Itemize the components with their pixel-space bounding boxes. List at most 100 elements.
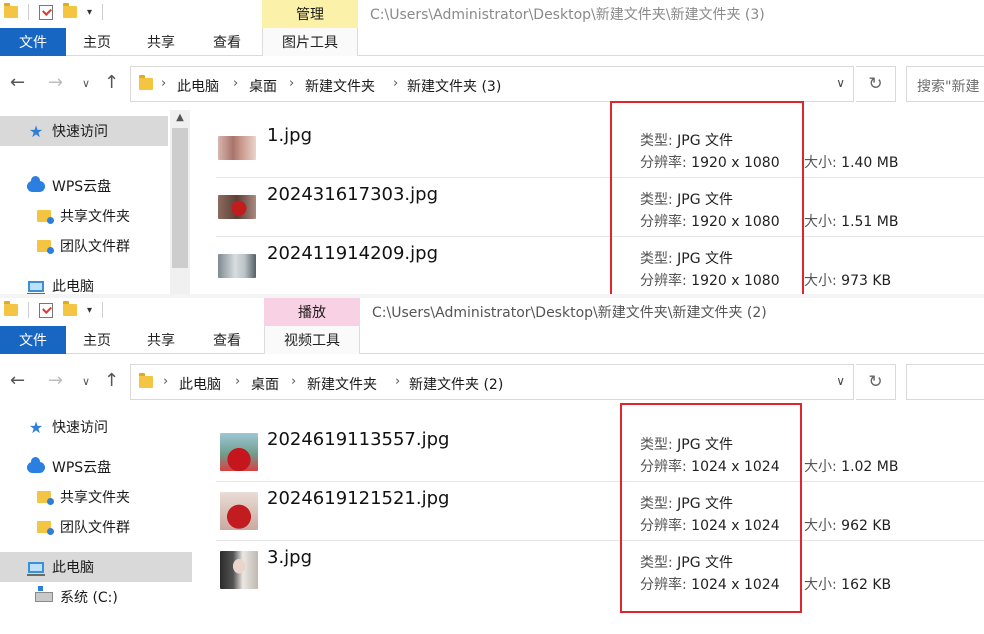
properties-icon[interactable] xyxy=(39,302,53,318)
up-arrow-icon[interactable]: ↑ xyxy=(104,370,119,391)
breadcrumb-new-folder[interactable]: 新建文件夹 xyxy=(307,374,377,394)
chevron-right-icon[interactable]: › xyxy=(395,374,400,389)
chevron-down-icon[interactable]: ∨ xyxy=(82,77,90,90)
file-row[interactable]: 2024619121521.jpg 类型: JPG 文件 分辨率: 1024 x… xyxy=(216,480,984,538)
shared-folder-icon xyxy=(37,521,54,535)
up-arrow-icon[interactable]: ↑ xyxy=(104,72,119,93)
search-input[interactable]: 搜索"新建 xyxy=(906,66,984,102)
forward-arrow-icon[interactable]: → xyxy=(48,72,63,93)
file-row[interactable]: 1.jpg 类型: JPG 文件 分辨率: 1920 x 1080 大小: 1.… xyxy=(216,117,984,175)
breadcrumb-new-folder[interactable]: 新建文件夹 xyxy=(305,76,375,96)
sidebar-item-team-folder[interactable]: 团队文件群 xyxy=(0,231,130,261)
back-arrow-icon[interactable]: ← xyxy=(10,370,25,391)
chevron-right-icon[interactable]: › xyxy=(289,76,294,91)
file-name: 1.jpg xyxy=(267,125,313,146)
address-bar[interactable]: › 此电脑 › 桌面 › 新建文件夹 › 新建文件夹 (2) ∨ xyxy=(130,364,854,400)
tab-view[interactable]: 查看 xyxy=(196,28,258,56)
sidebar-scrollbar[interactable]: ▲ xyxy=(170,110,190,294)
sidebar-item-drive-c[interactable]: 系统 (C:) xyxy=(0,582,118,612)
chevron-right-icon[interactable]: › xyxy=(235,374,240,389)
sidebar-item-wps-cloud[interactable]: WPS云盘 xyxy=(0,452,111,482)
properties-icon[interactable] xyxy=(39,4,53,20)
chevron-down-icon[interactable]: ∨ xyxy=(82,375,90,388)
file-row[interactable]: 202411914209.jpg 类型: JPG 文件 分辨率: 1920 x … xyxy=(216,235,984,293)
folder-icon[interactable] xyxy=(4,301,18,316)
file-row[interactable]: 3.jpg 类型: JPG 文件 分辨率: 1024 x 1024 大小: 16… xyxy=(216,539,984,597)
tab-home[interactable]: 主页 xyxy=(66,28,128,56)
sidebar-item-shared-folder[interactable]: 共享文件夹 xyxy=(0,482,130,512)
window-title: C:\Users\Administrator\Desktop\新建文件夹\新建文… xyxy=(370,7,765,23)
breadcrumb-current-folder[interactable]: 新建文件夹 (2) xyxy=(409,374,503,394)
chevron-right-icon[interactable]: › xyxy=(163,374,168,389)
tab-video-tools[interactable]: 视频工具 xyxy=(264,326,360,354)
qat-dropdown-icon[interactable]: ▾ xyxy=(87,7,92,18)
tab-view[interactable]: 查看 xyxy=(196,326,258,354)
quick-access-toolbar: ▾ xyxy=(4,301,104,318)
new-folder-icon[interactable] xyxy=(63,3,77,18)
manage-context-tab[interactable]: 管理 xyxy=(262,0,358,28)
breadcrumb-this-pc[interactable]: 此电脑 xyxy=(177,76,219,96)
sidebar-item-wps-cloud[interactable]: WPS云盘 xyxy=(0,171,111,201)
sidebar-item-this-pc[interactable]: 此电脑 xyxy=(0,552,192,582)
highlight-box xyxy=(610,101,804,294)
breadcrumb-current-folder[interactable]: 新建文件夹 (3) xyxy=(407,76,501,96)
sidebar-item-shared-folder[interactable]: 共享文件夹 xyxy=(0,201,130,231)
file-size-value: 162 KB xyxy=(841,577,892,593)
refresh-button[interactable]: ↻ xyxy=(856,66,896,102)
title-bar: ▾ 管理 C:\Users\Administrator\Desktop\新建文件… xyxy=(0,0,984,28)
toolbar-divider xyxy=(28,302,29,318)
address-dropdown-icon[interactable]: ∨ xyxy=(836,374,845,388)
scrollbar-thumb[interactable] xyxy=(172,128,188,268)
sidebar-item-label: 共享文件夹 xyxy=(60,209,130,225)
toolbar-divider xyxy=(102,302,104,318)
breadcrumb-this-pc[interactable]: 此电脑 xyxy=(179,374,221,394)
sidebar-item-quick-access[interactable]: ★ 快速访问 xyxy=(0,412,108,442)
new-folder-icon[interactable] xyxy=(63,301,77,316)
chevron-right-icon[interactable]: › xyxy=(393,76,398,91)
file-row[interactable]: 202431617303.jpg 类型: JPG 文件 分辨率: 1920 x … xyxy=(216,176,984,234)
file-size-label: 大小: xyxy=(804,214,837,230)
search-input[interactable] xyxy=(906,364,984,400)
file-row[interactable]: 2024619113557.jpg 类型: JPG 文件 分辨率: 1024 x… xyxy=(216,421,984,479)
file-name: 202431617303.jpg xyxy=(267,184,438,205)
tab-picture-tools[interactable]: 图片工具 xyxy=(262,28,358,56)
refresh-button[interactable]: ↻ xyxy=(856,364,896,400)
address-bar[interactable]: › 此电脑 › 桌面 › 新建文件夹 › 新建文件夹 (3) ∨ xyxy=(130,66,854,102)
address-dropdown-icon[interactable]: ∨ xyxy=(836,76,845,90)
image-thumbnail xyxy=(218,195,256,219)
qat-dropdown-icon[interactable]: ▾ xyxy=(87,305,92,316)
tab-file[interactable]: 文件 xyxy=(0,326,66,354)
file-size-value: 973 KB xyxy=(841,273,892,289)
sidebar-item-quick-access[interactable]: ★ 快速访问 xyxy=(0,116,168,146)
file-size-label: 大小: xyxy=(804,577,837,593)
tab-file[interactable]: 文件 xyxy=(0,28,66,56)
back-arrow-icon[interactable]: ← xyxy=(10,72,25,93)
file-size: 大小: 962 KB xyxy=(804,515,891,535)
sidebar-item-label: 团队文件群 xyxy=(60,520,130,536)
sidebar-item-team-folder[interactable]: 团队文件群 xyxy=(0,512,130,542)
drive-icon xyxy=(35,586,53,602)
play-context-tab[interactable]: 播放 xyxy=(264,298,360,326)
scroll-up-arrow-icon[interactable]: ▲ xyxy=(170,112,190,123)
sidebar-item-label: 此电脑 xyxy=(52,279,94,294)
chevron-right-icon[interactable]: › xyxy=(233,76,238,91)
sidebar-item-label: WPS云盘 xyxy=(52,179,112,195)
tab-share[interactable]: 共享 xyxy=(130,28,192,56)
image-thumbnail xyxy=(220,492,258,530)
forward-arrow-icon[interactable]: → xyxy=(48,370,63,391)
file-name: 2024619113557.jpg xyxy=(267,429,450,450)
chevron-right-icon[interactable]: › xyxy=(291,374,296,389)
file-name: 2024619121521.jpg xyxy=(267,488,450,509)
sidebar-item-label: 共享文件夹 xyxy=(60,490,130,506)
tab-home[interactable]: 主页 xyxy=(66,326,128,354)
ribbon-tabs: 文件 主页 共享 查看 图片工具 xyxy=(0,28,984,56)
breadcrumb-desktop[interactable]: 桌面 xyxy=(251,374,279,394)
file-size-label: 大小: xyxy=(804,459,837,475)
folder-icon[interactable] xyxy=(4,3,18,18)
breadcrumb-desktop[interactable]: 桌面 xyxy=(249,76,277,96)
toolbar-divider xyxy=(28,4,29,20)
sidebar-item-this-pc[interactable]: 此电脑 xyxy=(0,271,94,294)
file-size: 大小: 1.02 MB xyxy=(804,456,898,476)
chevron-right-icon[interactable]: › xyxy=(161,76,166,91)
tab-share[interactable]: 共享 xyxy=(130,326,192,354)
